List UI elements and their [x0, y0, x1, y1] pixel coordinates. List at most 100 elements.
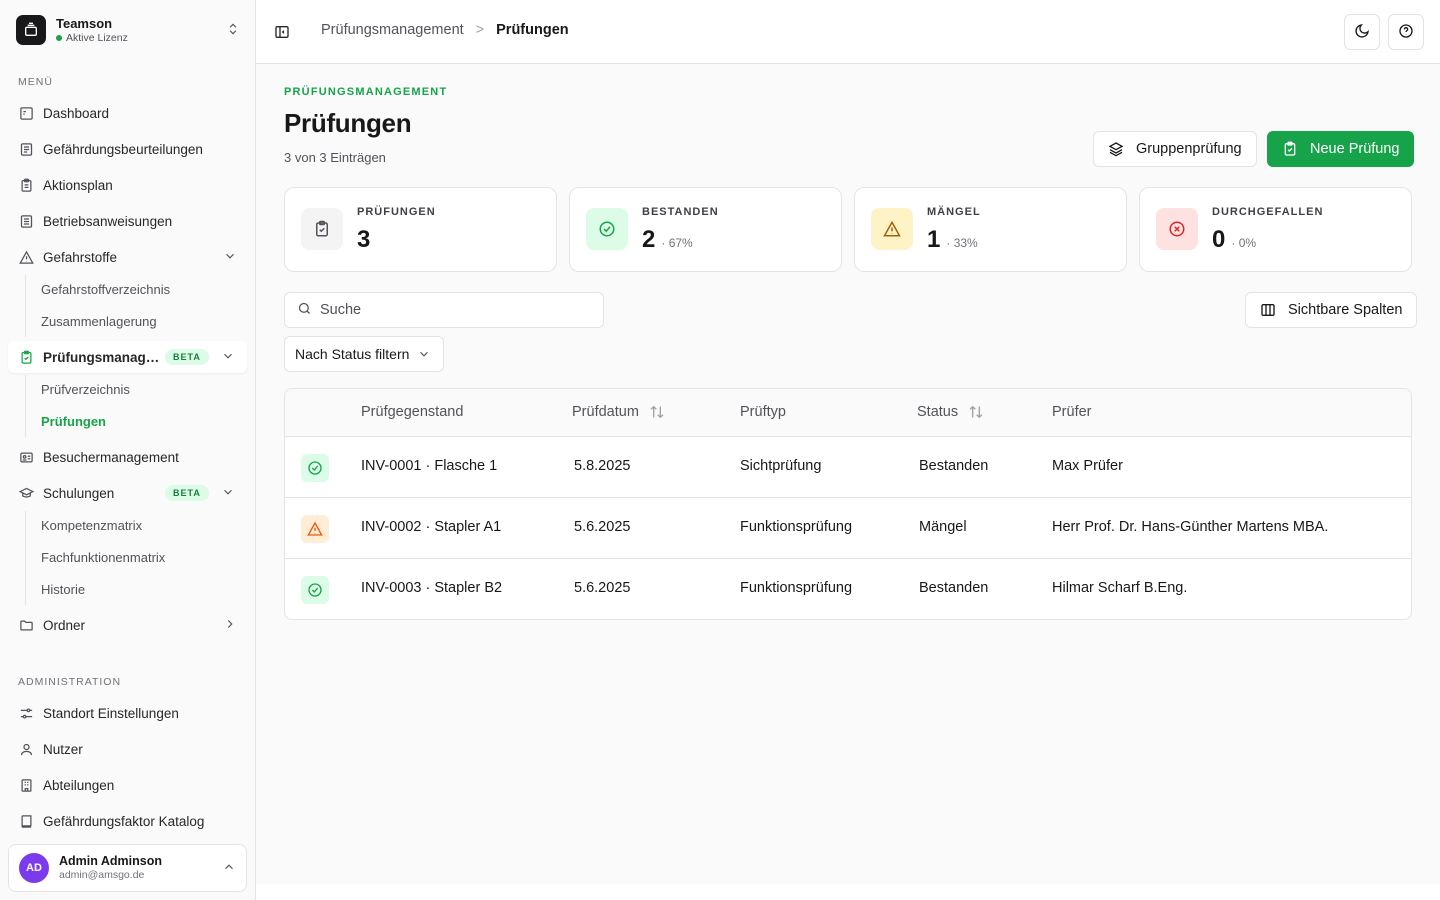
sort-icon[interactable] — [649, 404, 665, 420]
sidebar-subitem-gefahrstoffverzeichnis[interactable]: Gefahrstoffverzeichnis — [41, 273, 170, 305]
sidebar-subitem-zusammenlagerung[interactable]: Zusammenlagerung — [41, 305, 157, 337]
cell-object: INV-0002 · Stapler A1 — [361, 519, 502, 535]
check-circle-icon — [301, 576, 329, 604]
new-inspection-button[interactable]: Neue Prüfung — [1267, 131, 1415, 167]
folder-icon — [18, 617, 34, 633]
document-list-icon — [18, 141, 34, 157]
warning-icon — [18, 249, 34, 265]
chevron-down-icon — [417, 347, 431, 361]
chevron-down-icon[interactable] — [221, 485, 235, 502]
document-icon — [18, 213, 34, 229]
stat-percent: · 33% — [946, 236, 978, 250]
sidebar-item-label: Gefahrstoffe — [43, 249, 118, 265]
check-circle-icon — [301, 454, 329, 482]
sidebar-item-schulungen[interactable]: Schulungen BETA — [8, 477, 247, 509]
sidebar-item-label: Gefährdungsbeurteilungen — [43, 141, 203, 157]
sidebar-item-nutzer[interactable]: Nutzer — [8, 733, 247, 765]
cell-status: Bestanden — [919, 458, 989, 474]
sidebar-subitem-pruefungen[interactable]: Prüfungen — [41, 405, 106, 437]
sidebar-subitem-historie[interactable]: Historie — [41, 573, 85, 605]
user-email: admin@amsgo.de — [59, 869, 145, 881]
stat-percent: · 0% — [1231, 236, 1257, 250]
sidebar-item-abteilungen[interactable]: Abteilungen — [8, 769, 247, 801]
main: Prüfungsmanagement > Prüfungen PRÜFUNGSM… — [256, 0, 1440, 900]
sidebar-item-ordner[interactable]: Ordner — [8, 609, 247, 641]
cell-object: INV-0001 · Flasche 1 — [361, 458, 498, 474]
sidebar-item-label: Schulungen — [43, 485, 115, 501]
chevron-down-icon[interactable] — [223, 249, 237, 266]
stat-label: PRÜFUNGEN — [357, 206, 436, 218]
chevron-right-icon[interactable] — [223, 617, 237, 634]
column-header-prueftyp[interactable]: Prüftyp — [740, 404, 786, 420]
column-header-pruefdatum[interactable]: Prüfdatum — [572, 404, 665, 420]
visible-columns-button[interactable]: Sichtbare Spalten — [1245, 292, 1418, 328]
sliders-icon — [18, 705, 34, 721]
inspections-table: Prüfgegenstand Prüfdatum Prüftyp Status … — [284, 388, 1412, 620]
cell-type: Funktionsprüfung — [740, 519, 853, 535]
column-header-pruefgegenstand[interactable]: Prüfgegenstand — [361, 404, 463, 420]
sidebar-toggle-icon[interactable] — [274, 24, 290, 43]
cell-date: 5.6.2025 — [574, 519, 631, 535]
table-row[interactable]: INV-0003 · Stapler B2 5.6.2025 Funktions… — [285, 559, 1411, 619]
table-row[interactable]: INV-0001 · Flasche 1 5.8.2025 Sichtprüfu… — [285, 437, 1411, 498]
x-circle-icon — [1156, 208, 1198, 250]
sidebar-subitem-fachfunktionenmatrix[interactable]: Fachfunktionenmatrix — [41, 541, 165, 573]
column-header-status[interactable]: Status — [917, 404, 984, 420]
status-filter-dropdown[interactable]: Nach Status filtern — [284, 336, 445, 372]
sidebar-item-betriebsanweisungen[interactable]: Betriebsanweisungen — [8, 205, 247, 237]
new-inspection-label: Neue Prüfung — [1310, 141, 1400, 157]
visible-columns-label: Sichtbare Spalten — [1288, 302, 1403, 318]
search-input[interactable] — [320, 302, 580, 318]
cell-object: INV-0003 · Stapler B2 — [361, 580, 503, 596]
cell-status: Bestanden — [919, 580, 989, 596]
sidebar-item-label: Ordner — [43, 617, 86, 633]
cell-type: Sichtprüfung — [740, 458, 822, 474]
user-menu[interactable]: AD Admin Adminson admin@amsgo.de — [8, 844, 247, 892]
content: PRÜFUNGSMANAGEMENT Prüfungen 3 von 3 Ein… — [256, 64, 1440, 884]
help-button[interactable] — [1388, 14, 1424, 50]
sidebar-item-gefahrstoffe[interactable]: Gefahrstoffe — [8, 241, 247, 273]
sidebar-item-besuchermanagement[interactable]: Besuchermanagement — [8, 441, 247, 473]
stat-value: 2 — [642, 226, 656, 253]
stat-value: 1 — [927, 226, 941, 253]
theme-toggle-button[interactable] — [1344, 14, 1380, 50]
avatar: AD — [19, 853, 49, 883]
clipboard-check-icon — [1282, 141, 1298, 157]
sidebar-item-label: Betriebsanweisungen — [43, 213, 173, 229]
clipboard-check-icon — [18, 349, 34, 365]
sidebar-item-dashboard[interactable]: Dashboard — [8, 97, 247, 129]
id-card-icon — [18, 449, 34, 465]
sidebar-subitem-kompetenzmatrix[interactable]: Kompetenzmatrix — [41, 509, 142, 541]
sidebar-item-label: Prüfungsmanagement — [43, 349, 165, 365]
sidebar-item-gefaehrdungsbeurteilungen[interactable]: Gefährdungsbeurteilungen — [8, 133, 247, 165]
sidebar-item-pruefungsmanagement[interactable]: Prüfungsmanagement BETA — [8, 341, 247, 373]
sidebar-item-gefaehrdungsfaktor-katalog[interactable]: Gefährdungsfaktor Katalog — [8, 805, 247, 837]
sort-icon[interactable] — [968, 404, 984, 420]
chevron-up-icon — [222, 860, 236, 877]
building-icon — [18, 777, 34, 793]
table-row[interactable]: INV-0002 · Stapler A1 5.6.2025 Funktions… — [285, 498, 1411, 559]
sidebar-item-standort-einstellungen[interactable]: Standort Einstellungen — [8, 697, 247, 729]
graduation-cap-icon — [18, 485, 34, 501]
group-inspection-button[interactable]: Gruppenprüfung — [1093, 131, 1257, 167]
org-switcher[interactable]: Teamson Aktive Lizenz — [8, 8, 248, 52]
search-field[interactable] — [284, 292, 604, 328]
stat-value: 0 — [1212, 226, 1226, 253]
cell-date: 5.8.2025 — [574, 458, 631, 474]
breadcrumb-parent[interactable]: Prüfungsmanagement — [321, 22, 464, 38]
chevron-down-icon[interactable] — [221, 349, 235, 366]
cell-status: Mängel — [919, 519, 967, 535]
warning-icon — [871, 208, 913, 250]
cell-date: 5.6.2025 — [574, 580, 631, 596]
dashboard-icon — [18, 105, 34, 121]
sidebar-item-label: Aktionsplan — [43, 177, 113, 193]
breadcrumb-separator: > — [475, 22, 485, 38]
sidebar-subitem-pruefverzeichnis[interactable]: Prüfverzeichnis — [41, 373, 130, 405]
help-circle-icon — [1398, 23, 1414, 42]
sidebar-item-aktionsplan[interactable]: Aktionsplan — [8, 169, 247, 201]
columns-icon — [1260, 302, 1276, 318]
submenu-rail — [25, 375, 26, 437]
entry-count: 3 von 3 Einträgen — [284, 150, 386, 165]
menu-section-label: MENÜ — [18, 76, 53, 88]
column-header-pruefer[interactable]: Prüfer — [1052, 404, 1092, 420]
